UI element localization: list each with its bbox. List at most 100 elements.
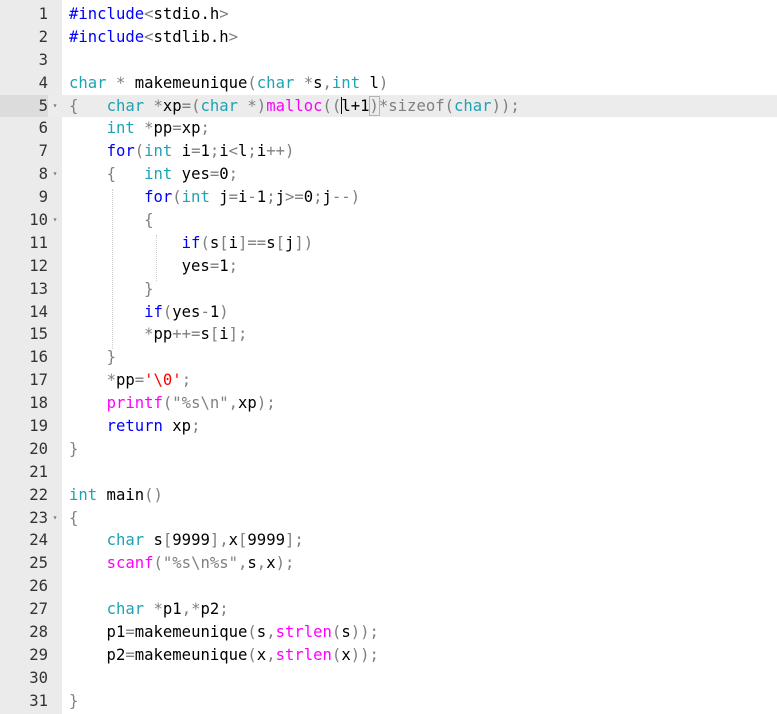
token-punc: * [303,73,314,92]
line-number: 5 [0,94,48,118]
code-text: char *p1,*p2; [69,598,229,621]
code-line[interactable]: 5 ▾{ char *xp=(char *)malloc((l+1)*sizeof… [0,94,777,118]
line-number: 31 [29,691,48,710]
token-punc: ; [181,371,192,390]
token-text: 9999 [172,531,210,550]
token-text: pp [115,371,135,390]
token-text: 1 [256,188,267,207]
code-line[interactable]: 21 [0,461,777,484]
token-punc: ( [331,623,342,642]
token-text: p2 [69,645,126,664]
line-number: 15 [29,325,48,344]
token-text: xp [162,417,192,436]
line-number: 7 [38,142,48,161]
token-text: 9999 [247,531,285,550]
code-line[interactable]: 9 for(int j=i-1;j>=0;j--) [0,186,777,209]
line-number: 28 [29,623,48,642]
code-line[interactable]: 15 *pp++=s[i]; [0,323,777,346]
token-punc: } [144,279,154,298]
token-type: char [106,531,145,550]
token-text: s [144,531,163,550]
fold-toggle-icon[interactable]: ▾ [50,507,60,530]
code-line[interactable]: 30 [0,667,777,690]
code-line[interactable]: 26 [0,575,777,598]
code-line[interactable]: 31} [0,690,777,713]
token-punc: ( [200,233,210,252]
token-punc: } [69,439,79,458]
code-text: #include<stdio.h> [69,3,229,26]
code-line[interactable]: 14 if(yes-1) [0,301,777,324]
line-number: 17 [29,371,48,390]
code-line[interactable]: 11 if(s[i]==s[j]) [0,232,777,255]
token-punc: ) [378,73,389,92]
line-number: 2 [38,27,48,46]
token-punc: * [115,73,126,92]
code-line[interactable]: 25 scanf("%s\n%s",s,x); [0,552,777,575]
code-line[interactable]: 4 char * makemeunique(char *s,int l) [0,72,777,95]
code-lines[interactable]: 1 #include<stdio.h> 2 #include<stdlib.h> 3 4 c… [0,3,777,713]
code-line[interactable]: 20} [0,438,777,461]
token-punc: * [144,119,154,138]
token-punc: * [144,325,154,344]
fold-toggle-icon[interactable]: ▾ [50,209,60,232]
token-text: x [228,531,239,550]
token-punc: [ [275,233,285,252]
code-line[interactable]: 29 p2=makemeunique(x,strlen(x)); [0,644,777,667]
fold-toggle-icon[interactable]: ▾ [50,163,60,186]
code-text: for(int i=1;i<l;i++) [69,140,295,163]
code-line[interactable]: 28 p1=makemeunique(s,strlen(s)); [0,621,777,644]
code-line[interactable]: 19 return xp; [0,415,777,438]
code-line[interactable]: 3 [0,49,777,72]
code-line[interactable]: 17 *pp='\0'; [0,369,777,392]
token-strgray: sizeof [388,96,445,115]
token-punc: , [228,394,239,413]
token-punc: , [322,73,332,92]
token-punc: ( [162,394,173,413]
token-punc: [ [238,531,248,550]
code-line[interactable]: 16 } [0,346,777,369]
code-line[interactable]: 12 yes=1; [0,255,777,278]
token-punc: ; [228,256,238,275]
token-text: j [275,188,285,207]
token-punc: ]== [238,233,267,252]
code-line[interactable]: 10 ▾ { [0,209,777,232]
code-text: } [69,346,116,369]
code-line[interactable]: 8 ▾ { int yes=0; [0,163,777,186]
code-text: } [69,438,78,461]
token-punc: ( [247,623,257,642]
code-line[interactable]: 13 } [0,278,777,301]
code-line[interactable]: 7 for(int i=1;i<l;i++) [0,140,777,163]
code-line[interactable]: 22 int main() [0,484,777,507]
code-line[interactable]: 23 ▾ { [0,507,777,530]
code-line[interactable]: 18 printf("%s\n",xp); [0,392,777,415]
token-type: int [181,188,210,207]
token-punc: )); [350,623,379,642]
token-text: l+1 [341,96,370,115]
token-text: l [238,142,248,161]
token-punc: --) [331,188,361,207]
fold-toggle-icon[interactable]: ▾ [50,95,60,118]
token-punc: { [69,96,79,115]
token-type: char [106,96,145,115]
token-text: 1 [200,142,210,161]
token-punc: [ [209,325,220,344]
token-text: 0 [303,188,314,207]
token-text: j [322,188,332,207]
token-type: char [256,73,295,92]
code-line[interactable]: 6 int *pp=xp; [0,117,777,140]
line-number: 11 [29,233,48,252]
token-func: scanf [106,554,154,573]
code-line[interactable]: 1 #include<stdio.h> [0,3,777,26]
token-punc: ++) [266,142,295,161]
line-number: 25 [29,554,48,573]
code-line[interactable]: 24 char s[9999],x[9999]; [0,529,777,552]
token-punc: *) [247,96,267,115]
code-line[interactable]: 2 #include<stdlib.h> [0,26,777,49]
line-number: 9 [38,188,48,207]
token-punc: < [144,5,154,23]
code-editor[interactable]: 1 #include<stdio.h> 2 #include<stdlib.h> 3 4 c… [0,0,777,714]
line-number: 20 [29,439,48,458]
code-line[interactable]: 27 char *p1,*p2; [0,598,777,621]
